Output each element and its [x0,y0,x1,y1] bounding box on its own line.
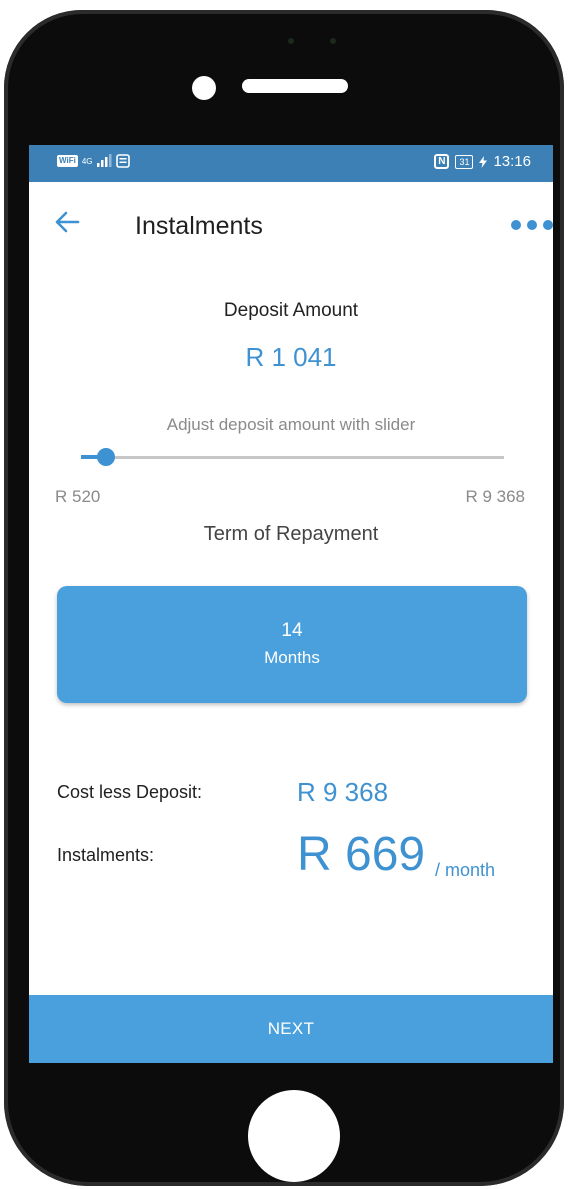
deposit-amount-value: R 1 041 [245,342,337,372]
notification-icon [116,154,131,168]
status-bar: WiFi 4G N 31 13:16 [29,145,553,182]
app-header: Instalments [29,182,553,262]
cost-less-deposit-value: R 9 368 [297,777,389,807]
status-left: WiFi 4G [57,154,131,168]
slider-track[interactable] [81,456,504,459]
deposit-amount-label: Deposit Amount [223,300,359,321]
slider-max-label: R 9 368 [465,487,525,506]
front-camera [192,76,216,100]
signal-icon [97,154,112,167]
earpiece-speaker [242,79,348,93]
nfc-icon: N [434,154,450,169]
proximity-sensor [288,38,294,44]
app-screen: WiFi 4G N 31 13:16 Instalments Deposit A… [29,145,553,1063]
menu-dot [511,220,521,230]
term-months-unit: Months [264,648,320,667]
term-months-number: 14 [281,620,303,641]
home-button[interactable] [248,1090,340,1182]
slider-thumb[interactable] [97,448,116,466]
cost-less-deposit-label: Cost less Deposit: [57,782,203,802]
instalments-value: R 669 [297,828,426,881]
arrow-left-icon[interactable] [53,208,81,236]
instalments-unit: / month [435,860,496,880]
instalments-label: Instalments: [57,845,155,865]
next-button[interactable]: NEXT [29,995,553,1063]
deposit-slider[interactable] [81,447,504,467]
page-title: Instalments [135,212,263,240]
menu-dot [527,220,537,230]
slider-min-label: R 520 [55,487,101,506]
charging-icon [479,155,488,168]
battery-icon: 31 [455,154,474,169]
status-right: N 31 13:16 [434,153,531,170]
more-dots-icon[interactable] [511,220,553,230]
clock: 13:16 [493,153,531,170]
wifi-icon: WiFi [57,155,78,167]
slider-hint: Adjust deposit amount with slider [166,415,416,434]
network-type: 4G [81,156,93,166]
term-selector-button[interactable]: 14 Months [57,586,527,703]
menu-dot [543,220,553,230]
term-of-repayment-label: Term of Repayment [203,523,379,545]
ambient-sensor [330,38,336,44]
